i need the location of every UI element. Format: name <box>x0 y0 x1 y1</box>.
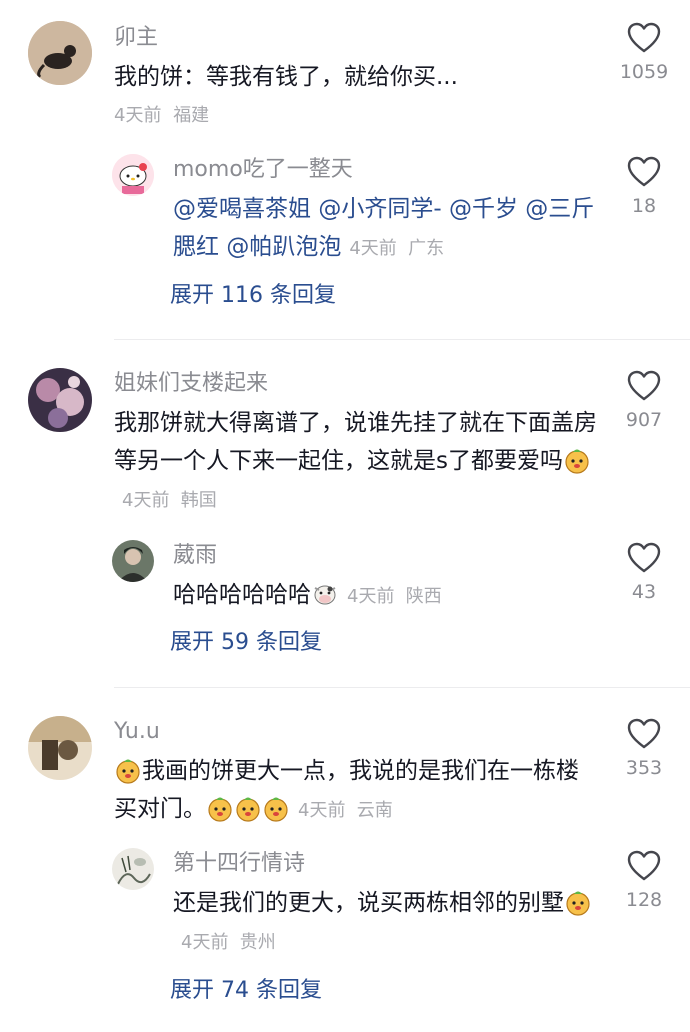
comment-text: 我的饼：等我有钱了，就给你买... <box>114 58 594 96</box>
reply-avatar[interactable] <box>112 848 154 890</box>
heart-outline-icon <box>627 542 661 573</box>
peach-face-emoji <box>262 794 290 822</box>
peach-face-emoji <box>206 794 234 822</box>
comment-time: 4天前 <box>122 490 170 511</box>
mention-link[interactable]: @帕趴泡泡 <box>226 234 341 260</box>
mention-link[interactable]: @千岁 <box>449 196 518 222</box>
expand-replies-button[interactable]: 展开 74 条回复 <box>170 976 322 1006</box>
reply-location: 广东 <box>408 238 445 259</box>
hello-kitty-avatar-icon <box>112 154 154 196</box>
heart-outline-icon <box>627 22 661 53</box>
comment-thread: 卯主 我的饼：等我有钱了，就给你买... 4天前 福建 1059 momo吃了一… <box>0 0 690 340</box>
like-button[interactable]: 18 <box>604 156 684 218</box>
comment-location: 韩国 <box>180 490 217 511</box>
comment-author[interactable]: 姐妹们支楼起来 <box>114 370 268 398</box>
peach-face-emoji <box>563 446 591 474</box>
reply-time: 4天前 <box>347 586 395 607</box>
comment-location: 云南 <box>356 800 393 821</box>
avatar[interactable] <box>28 21 92 85</box>
avatar[interactable] <box>28 716 92 780</box>
reply-location: 陕西 <box>405 586 442 607</box>
like-button[interactable]: 353 <box>604 718 684 780</box>
reply-avatar[interactable] <box>112 540 154 582</box>
peach-face-emoji <box>234 794 262 822</box>
comment-text: 我那饼就大得离谱了，说谁先挂了就在下面盖房等另一个人下来一起住，这就是s了都要爱… <box>114 404 604 520</box>
comment-body: 我的饼：等我有钱了，就给你买... <box>114 64 458 90</box>
like-count: 1059 <box>619 61 669 83</box>
reply-author[interactable]: 第十四行情诗 <box>173 850 305 878</box>
like-button[interactable]: 907 <box>604 370 684 432</box>
heart-outline-icon <box>627 850 661 881</box>
floral-avatar-icon <box>28 368 92 432</box>
reply-body: 还是我们的更大，说买两栋相邻的别墅 <box>173 890 564 916</box>
comment-thread: 姐妹们支楼起来 我那饼就大得离谱了，说谁先挂了就在下面盖房等另一个人下来一起住，… <box>0 340 690 688</box>
comment-author[interactable]: Yu.u <box>114 718 160 746</box>
mention-link[interactable]: @爱喝喜茶姐 <box>173 196 311 222</box>
comment-body: 我那饼就大得离谱了，说谁先挂了就在下面盖房等另一个人下来一起住，这就是s了都要爱… <box>114 410 597 474</box>
reply-avatar[interactable] <box>112 154 154 196</box>
reply-author[interactable]: 葳雨 <box>173 542 217 570</box>
like-button[interactable]: 43 <box>604 542 684 604</box>
expand-replies-button[interactable]: 展开 59 条回复 <box>170 628 322 658</box>
like-count: 128 <box>625 889 663 911</box>
shadow-avatar-icon <box>28 716 92 780</box>
comment-meta: 4天前 福建 <box>114 102 209 130</box>
reply-location: 贵州 <box>239 932 276 953</box>
peach-face-emoji <box>564 888 592 916</box>
like-count: 43 <box>631 581 657 603</box>
reply-text: @爱喝喜茶姐 @小齐同学- @千岁 @三斤腮红 @帕趴泡泡 4天前 广东 <box>173 190 603 268</box>
mention-link[interactable]: @小齐同学- <box>318 196 441 222</box>
comment-body: 我画的饼更大一点，我说的是我们在一栋楼买对门。 <box>114 758 579 822</box>
expand-replies-button[interactable]: 展开 116 条回复 <box>170 281 336 311</box>
reply-time: 4天前 <box>181 932 229 953</box>
comment-location: 福建 <box>173 105 210 126</box>
ink-painting-avatar-icon <box>112 848 154 890</box>
like-count: 353 <box>625 757 663 779</box>
reply-time: 4天前 <box>349 238 397 259</box>
comment-time: 4天前 <box>114 105 162 126</box>
person-avatar-icon <box>112 540 154 582</box>
heart-outline-icon <box>627 718 661 749</box>
cat-avatar-icon <box>28 21 92 85</box>
reply-author[interactable]: momo吃了一整天 <box>173 156 353 184</box>
reply-body: 哈哈哈哈哈哈 <box>173 582 311 608</box>
like-button[interactable]: 128 <box>604 850 684 912</box>
like-count: 18 <box>631 195 657 217</box>
comment-time: 4天前 <box>298 800 346 821</box>
comment-thread: Yu.u 我画的饼更大一点，我说的是我们在一栋楼买对门。 4天前 云南 353 … <box>0 688 690 1032</box>
like-button[interactable]: 1059 <box>604 22 684 84</box>
avatar[interactable] <box>28 368 92 432</box>
like-count: 907 <box>625 409 663 431</box>
cow-face-emoji <box>311 580 339 608</box>
comment-author[interactable]: 卯主 <box>114 24 158 52</box>
heart-outline-icon <box>627 156 661 187</box>
reply-text: 还是我们的更大，说买两栋相邻的别墅 4天前 贵州 <box>173 884 593 962</box>
comment-text: 我画的饼更大一点，我说的是我们在一栋楼买对门。 4天前 云南 <box>114 752 594 830</box>
reply-text: 哈哈哈哈哈哈 4天前 陕西 <box>173 576 603 616</box>
peach-face-emoji <box>114 756 142 784</box>
heart-outline-icon <box>627 370 661 401</box>
